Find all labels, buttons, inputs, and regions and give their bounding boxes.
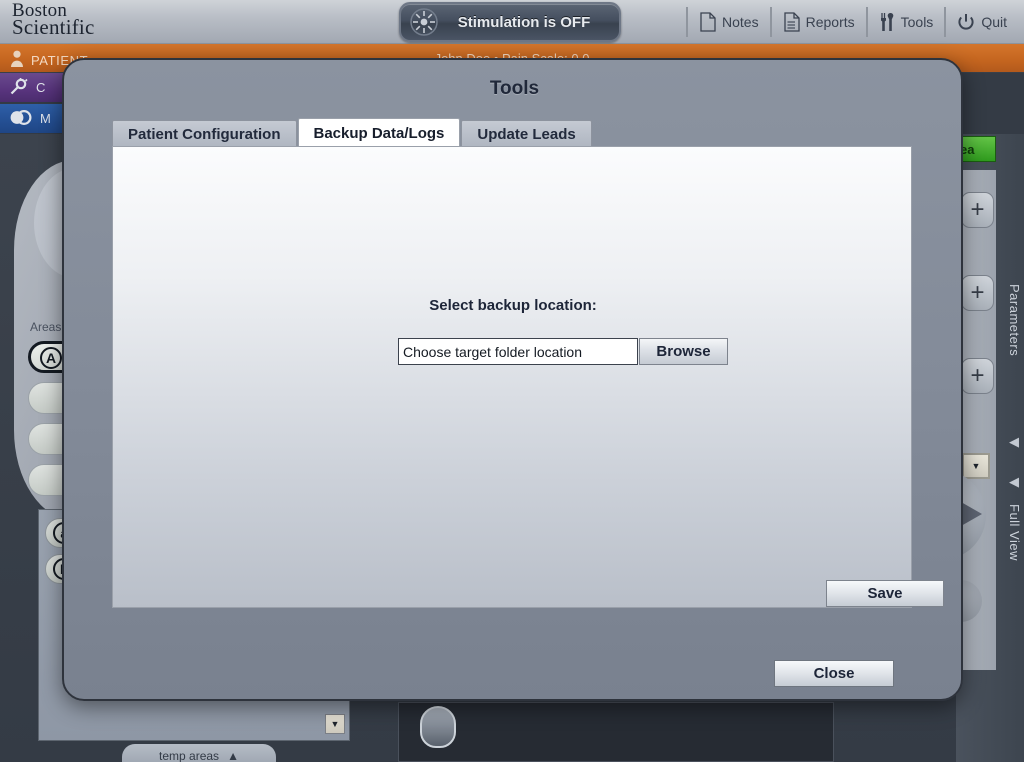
browse-button[interactable]: Browse bbox=[639, 338, 728, 365]
backup-location-row: Browse bbox=[398, 338, 728, 365]
application-window: Boston Scientific Stimulation is OFF Not… bbox=[0, 0, 1024, 762]
tab-update-leads-label: Update Leads bbox=[477, 126, 576, 143]
tools-dialog: Tools Patient Configuration Backup Data/… bbox=[62, 58, 963, 701]
browse-button-label: Browse bbox=[656, 343, 711, 360]
save-button-label: Save bbox=[867, 585, 903, 602]
tab-backup-data-logs[interactable]: Backup Data/Logs bbox=[297, 118, 461, 148]
modal-overlay: Tools Patient Configuration Backup Data/… bbox=[0, 0, 1024, 762]
backup-path-input[interactable] bbox=[398, 338, 638, 365]
backup-tab-panel: Select backup location: Browse Save bbox=[112, 146, 944, 608]
dialog-title: Tools bbox=[489, 78, 540, 99]
tab-patient-configuration-label: Patient Configuration bbox=[128, 126, 281, 143]
select-backup-location-label: Select backup location: bbox=[429, 297, 597, 314]
tab-update-leads[interactable]: Update Leads bbox=[461, 120, 592, 148]
close-button-label: Close bbox=[813, 665, 855, 682]
save-button[interactable]: Save bbox=[826, 580, 944, 607]
dialog-tabstrip: Patient Configuration Backup Data/Logs U… bbox=[112, 118, 592, 148]
close-button[interactable]: Close bbox=[774, 660, 894, 687]
tab-patient-configuration[interactable]: Patient Configuration bbox=[112, 120, 297, 148]
tab-backup-data-logs-label: Backup Data/Logs bbox=[313, 125, 445, 142]
